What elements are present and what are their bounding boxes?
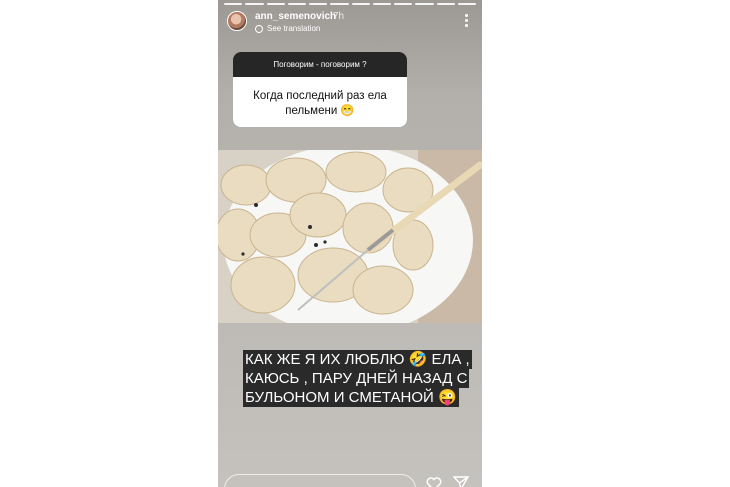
reply-input[interactable] — [224, 474, 416, 487]
story-time: 7h — [333, 11, 345, 22]
send-icon[interactable] — [453, 476, 469, 487]
story-progress-bar — [224, 3, 476, 5]
avatar[interactable] — [227, 11, 247, 31]
question-sticker[interactable]: Поговорим - поговорим ? Когда последний … — [233, 52, 407, 127]
story-caption: КАК ЖЕ Я ИХ ЛЮБЛЮ 🤣 ЕЛА , КАЮСЬ , ПАРУ Д… — [243, 350, 473, 407]
caption-text: КАК ЖЕ Я ИХ ЛЮБЛЮ 🤣 ЕЛА , КАЮСЬ , ПАРУ Д… — [243, 350, 472, 407]
dumplings-photo — [218, 150, 482, 323]
heart-icon[interactable] — [426, 477, 442, 487]
question-text: Когда последний раз ела пельмени 😁 — [253, 90, 387, 117]
more-vertical-icon[interactable] — [465, 14, 468, 29]
dumplings-illustration — [218, 150, 482, 323]
see-translation-label: See translation — [267, 24, 321, 33]
globe-icon — [255, 24, 263, 33]
story-footer — [218, 470, 482, 487]
see-translation-link[interactable]: See translation — [255, 24, 320, 33]
username[interactable]: ann_semenovich — [255, 11, 336, 22]
story-viewer[interactable]: ann_semenovich 7h See translation Погово… — [218, 0, 482, 487]
question-header: Поговорим - поговорим ? — [233, 52, 407, 77]
